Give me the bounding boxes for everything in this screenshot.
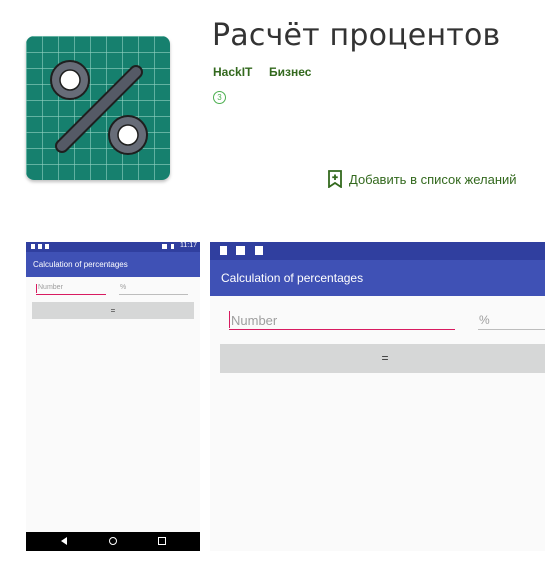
app-bar: Calculation of percentages — [26, 252, 200, 277]
screenshot-tablet[interactable]: Calculation of percentages Number % = — [210, 242, 545, 551]
calculate-button[interactable]: = — [32, 302, 194, 319]
app-bar: Calculation of percentages — [210, 260, 545, 296]
notification-icon — [255, 246, 263, 255]
recents-icon[interactable] — [158, 537, 166, 545]
back-icon[interactable] — [61, 537, 67, 545]
app-icon — [26, 36, 170, 180]
app-bar-title: Calculation of percentages — [33, 260, 128, 269]
battery-icon — [171, 244, 174, 249]
percent-input[interactable]: % — [478, 311, 545, 330]
signal-icon — [162, 244, 167, 249]
text-caret — [36, 284, 37, 293]
number-input[interactable]: Number — [36, 284, 106, 295]
n-icon — [38, 244, 42, 249]
percent-icon — [26, 36, 170, 180]
status-bar: 11:17 — [26, 242, 200, 252]
sd-card-icon — [220, 246, 227, 255]
notification-icon — [45, 244, 49, 249]
percent-placeholder: % — [479, 313, 490, 327]
calculate-button[interactable]: = — [220, 344, 545, 373]
category-link[interactable]: Бизнес — [269, 65, 311, 79]
n-icon — [236, 246, 245, 255]
app-title: Расчёт процентов — [212, 18, 501, 53]
number-placeholder: Number — [38, 284, 63, 291]
percent-input[interactable]: % — [119, 284, 188, 295]
sd-card-icon — [31, 244, 35, 249]
add-to-wishlist-button[interactable]: Добавить в список желаний — [327, 170, 517, 188]
app-bar-title: Calculation of percentages — [221, 271, 364, 285]
content-rating-badge: 3 — [213, 91, 226, 104]
number-input[interactable]: Number — [229, 311, 455, 330]
navigation-bar — [26, 532, 200, 551]
percent-placeholder: % — [120, 284, 127, 291]
bookmark-add-icon — [328, 170, 342, 188]
status-bar — [210, 242, 545, 260]
status-time: 11:17 — [180, 242, 197, 249]
screenshot-phone[interactable]: 11:17 Calculation of percentages Number … — [26, 242, 200, 551]
developer-link[interactable]: HackIT — [213, 65, 252, 79]
home-icon[interactable] — [109, 537, 117, 545]
wishlist-label: Добавить в список желаний — [349, 171, 517, 187]
number-placeholder: Number — [231, 313, 278, 328]
